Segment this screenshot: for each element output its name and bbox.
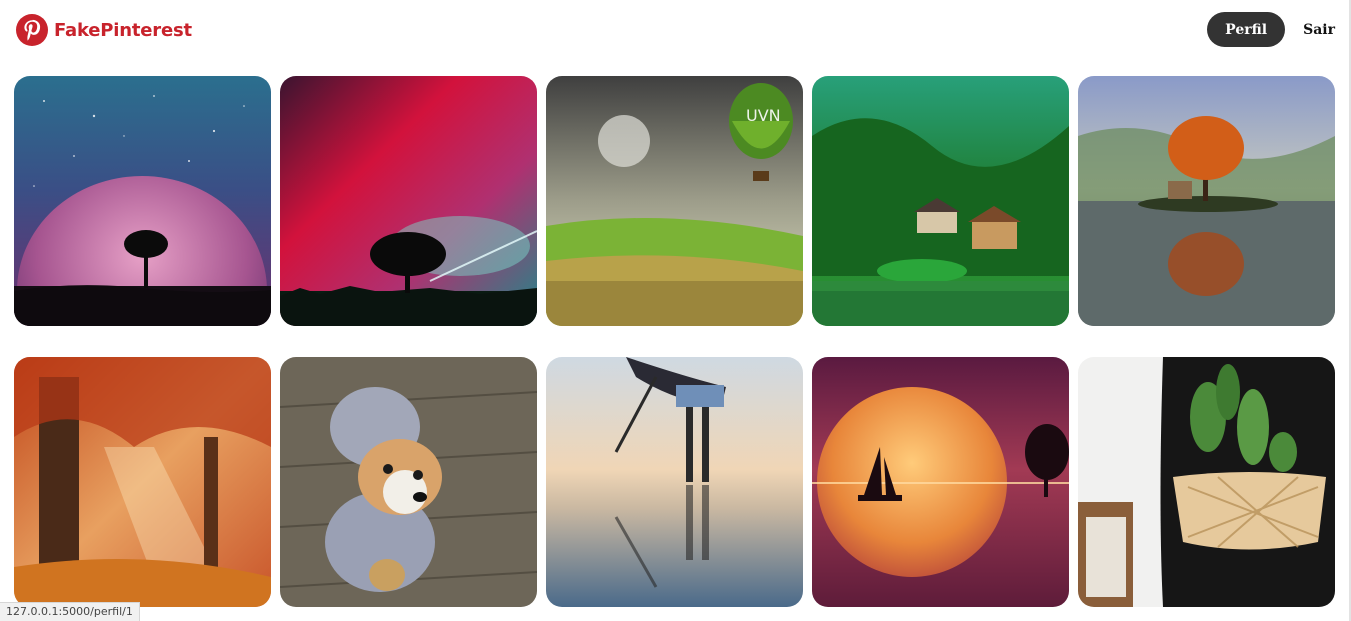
svg-text:UVN: UVN [746, 106, 781, 125]
pin-image: UVN [546, 76, 803, 326]
status-bar-url: 127.0.0.1:5000/perfil/1 [0, 602, 140, 621]
brand-link[interactable]: FakePinterest [16, 14, 192, 46]
pin-image [14, 76, 271, 326]
pin-surreal-balloon-landscape[interactable]: UVN [546, 76, 803, 326]
pin-corgi-in-costume[interactable] [280, 357, 537, 607]
pinterest-logo-icon [16, 14, 48, 46]
pin-pink-planet-tree[interactable] [14, 76, 271, 326]
pin-image [1078, 76, 1335, 326]
pin-image [812, 76, 1069, 326]
pin-autumn-forest-sunrays[interactable] [14, 357, 271, 607]
sair-link[interactable]: Sair [1303, 22, 1335, 38]
perfil-button[interactable]: Perfil [1207, 12, 1286, 47]
pin-autumn-tree-island-reflection[interactable] [1078, 76, 1335, 326]
pin-girl-sky-reflection[interactable] [546, 357, 803, 607]
pin-sailboat-moon-sunset[interactable] [812, 357, 1069, 607]
top-navbar: FakePinterest Perfil Sair [0, 0, 1351, 62]
header-nav: Perfil Sair [1207, 12, 1335, 47]
pin-image [812, 357, 1069, 607]
page: FakePinterest Perfil Sair UVN 127.0.0.1:… [0, 0, 1351, 621]
pin-image [280, 357, 537, 607]
pin-cactus-basket[interactable] [1078, 357, 1335, 607]
brand-name: FakePinterest [54, 19, 192, 41]
pin-green-valley-houses[interactable] [812, 76, 1069, 326]
pin-red-galaxy-tree[interactable] [280, 76, 537, 326]
pin-image [546, 357, 803, 607]
pin-image [280, 76, 537, 326]
pin-grid: UVN [14, 76, 1336, 607]
pin-image [14, 357, 271, 607]
pin-image [1078, 357, 1335, 607]
